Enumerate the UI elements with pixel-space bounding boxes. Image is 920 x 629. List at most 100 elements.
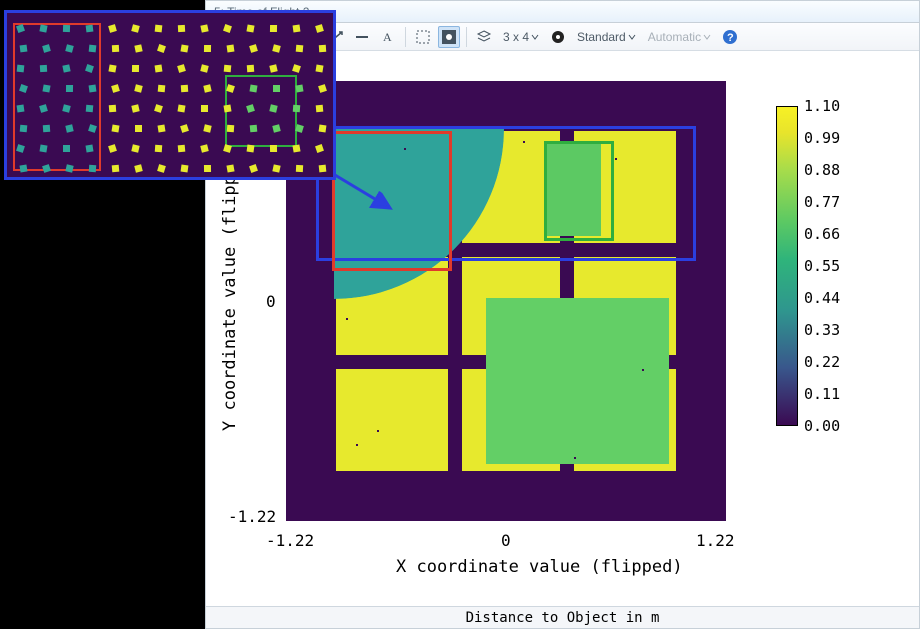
help-button[interactable]: ? — [719, 26, 741, 48]
svg-text:A: A — [383, 30, 392, 44]
status-bar: Distance to Object in m — [206, 606, 919, 628]
inset-dot — [293, 25, 301, 33]
inset-dot — [181, 85, 188, 92]
inset-dot — [108, 64, 116, 72]
inset-dot — [227, 125, 234, 132]
auto-label: Automatic — [648, 30, 701, 44]
text-tool-button[interactable]: A — [377, 26, 399, 48]
inset-dot — [89, 85, 97, 93]
inset-dot — [112, 45, 119, 52]
inset-dot — [180, 44, 188, 52]
inset-dot — [20, 125, 28, 133]
chevron-down-icon — [703, 33, 711, 41]
status-text: Distance to Object in m — [466, 611, 660, 625]
inset-dot — [40, 65, 47, 72]
inset-dot — [85, 144, 93, 152]
colorbar-tick: 0.99 — [804, 131, 840, 146]
inset-dot — [155, 25, 163, 33]
inset-dot — [181, 165, 189, 173]
inset-dot — [131, 144, 139, 152]
region-select-button[interactable] — [412, 26, 434, 48]
colorbar-tick: 0.55 — [804, 259, 840, 274]
inset-dot — [269, 64, 277, 72]
inset-dot — [273, 85, 280, 92]
colorbar-tick: 0.44 — [804, 291, 840, 306]
toolbar-separator — [405, 27, 406, 47]
inset-dot — [62, 64, 70, 72]
inset-dot — [249, 164, 258, 173]
inset-dot — [293, 105, 300, 112]
inset-dot — [86, 25, 94, 33]
inset-dot — [111, 84, 120, 93]
layer-button[interactable] — [473, 26, 495, 48]
inset-dot — [295, 84, 303, 92]
inset-dot — [134, 44, 142, 52]
inset-dot — [112, 165, 120, 173]
inset-dot — [204, 165, 211, 172]
inset-dot — [318, 84, 327, 93]
inset-dot — [134, 164, 142, 172]
inset-dot — [247, 145, 255, 153]
inset-dot — [109, 105, 116, 112]
inset-dot — [226, 164, 234, 172]
toolbar-separator — [466, 27, 467, 47]
inset-dot — [203, 124, 211, 132]
inset-dot — [135, 125, 142, 132]
data-cursor-button[interactable] — [438, 26, 460, 48]
x-axis-label: X coordinate value (flipped) — [396, 559, 683, 576]
inset-dot — [42, 84, 50, 92]
colorbar — [776, 106, 798, 426]
inset-dot — [292, 64, 301, 73]
inset-arrow — [330, 160, 410, 220]
chevron-down-icon — [531, 33, 539, 41]
inset-dot — [65, 164, 73, 172]
inset-dot — [89, 165, 96, 172]
inset-dot — [17, 65, 25, 73]
inset-dot — [20, 45, 28, 53]
inset-dot — [319, 165, 327, 173]
inset-dot — [319, 45, 326, 52]
inset-dot — [157, 164, 166, 173]
grid-size-dropdown[interactable]: 3 x 4 — [499, 28, 543, 46]
region-lower-right-block — [486, 298, 670, 465]
svg-text:?: ? — [727, 32, 734, 44]
inset-dot — [108, 24, 117, 33]
x-tick: 0 — [501, 533, 511, 549]
inset-dot — [224, 65, 232, 73]
inset-dot — [39, 24, 47, 32]
inset-dot — [86, 105, 94, 113]
inset-dot — [292, 144, 300, 152]
inset-dot — [227, 45, 235, 53]
inset-dot — [316, 105, 324, 113]
inset-dot — [43, 125, 50, 132]
inset-dot — [158, 85, 166, 93]
heatmap-axes — [286, 81, 726, 521]
target-button[interactable] — [547, 26, 569, 48]
inset-dot — [131, 24, 140, 33]
inset-dot — [63, 145, 70, 152]
inset-dot — [315, 144, 324, 153]
inset-dot — [134, 84, 142, 92]
inset-dot — [178, 145, 186, 153]
inset-dot — [39, 144, 47, 152]
inset-dot — [296, 165, 303, 172]
x-tick: -1.22 — [266, 533, 314, 549]
mode-dropdown[interactable]: Standard — [573, 28, 640, 46]
inset-green-box — [225, 75, 297, 147]
colorbar-tick: 0.33 — [804, 323, 840, 338]
inset-dot — [66, 85, 73, 92]
colorbar-tick: 0.22 — [804, 355, 840, 370]
inset-dot — [200, 144, 208, 152]
inset-dot — [157, 44, 166, 53]
inset-dot — [17, 105, 25, 113]
minus-tool-button[interactable] — [351, 26, 373, 48]
inset-dot — [249, 44, 258, 53]
colorbar-tick: 0.00 — [804, 419, 840, 434]
auto-dropdown[interactable]: Automatic — [644, 28, 715, 46]
inset-dot — [250, 125, 258, 133]
inset-dot — [315, 24, 324, 33]
inset-dot — [200, 24, 208, 32]
inset-dot — [154, 104, 163, 113]
annotation-green-box — [544, 141, 614, 241]
inset-dot — [111, 124, 119, 132]
